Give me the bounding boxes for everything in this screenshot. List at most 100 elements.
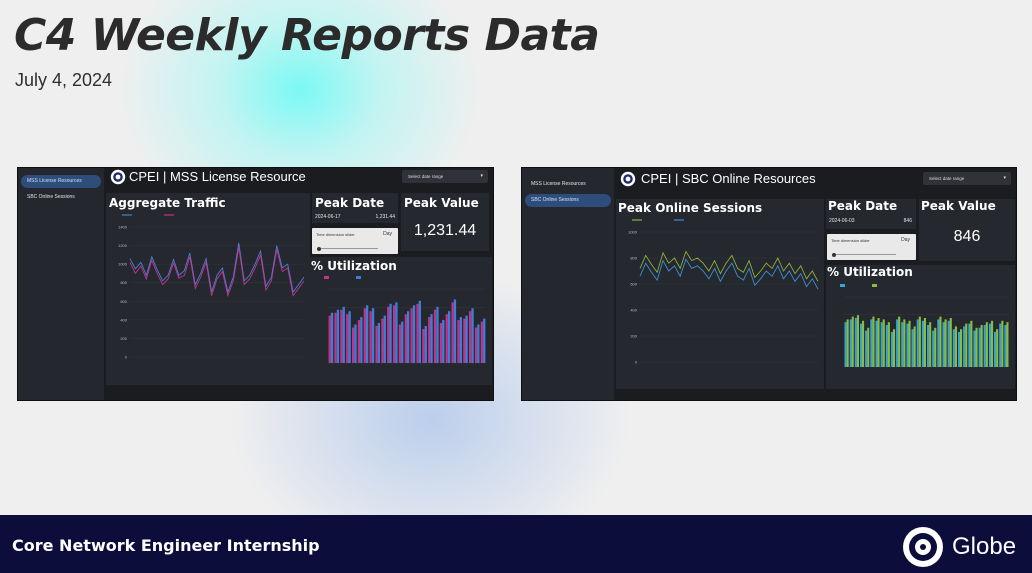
bar (937, 319, 940, 367)
chevron-down-icon: ▾ (480, 173, 483, 179)
bar (901, 322, 904, 367)
bar (952, 329, 955, 367)
bar (474, 327, 478, 363)
y-tick-label: 600 (630, 282, 637, 287)
peak-date-title: Peak Date (315, 196, 385, 210)
utilization-title: % Utilization (311, 259, 397, 273)
bar (856, 315, 859, 367)
bar (973, 330, 976, 367)
bar (436, 306, 439, 363)
date-range-select[interactable]: Select date range ▾ (402, 170, 488, 183)
chart-title: Aggregate Traffic (109, 196, 226, 210)
bar (927, 325, 930, 367)
bar (404, 314, 407, 363)
bar (398, 324, 402, 363)
y-tick-label: 1400 (118, 225, 128, 230)
y-tick-label: 200 (630, 334, 637, 339)
bar (428, 317, 431, 363)
utilization-chart (324, 276, 486, 364)
slider-label: Time dimension slider (831, 238, 870, 243)
date-range-select[interactable]: Select date range ▾ (923, 172, 1011, 185)
bar (916, 319, 919, 367)
bar (422, 329, 425, 363)
y-tick-label: 600 (120, 299, 127, 304)
bar (328, 315, 331, 363)
sidebar-item-sbc[interactable]: SBC Online Sessions (21, 191, 101, 204)
aggregate-traffic-panel: Aggregate Traffic 0 200 400 600 800 1000 1200 1… (106, 193, 310, 385)
sidebar-item-mss[interactable]: MSS License Resources (21, 175, 101, 188)
bar (363, 308, 366, 363)
bar (934, 327, 937, 367)
slider-handle[interactable] (832, 253, 836, 257)
peak-date-value: 1,231.44 (375, 214, 395, 220)
bar (369, 311, 372, 363)
bar (963, 326, 966, 367)
peak-value: 846 (953, 228, 981, 245)
sidebar-item-sbc[interactable]: SBC Online Sessions (525, 194, 611, 207)
bar (430, 314, 433, 363)
bar (994, 332, 997, 367)
bar (439, 323, 443, 363)
bar (882, 319, 885, 367)
aggregate-traffic-chart: 0 200 400 600 800 1000 1200 1400 (118, 214, 305, 360)
dashboard-screenshot-mss: MSS License Resources SBC Online Session… (17, 167, 494, 401)
bar (862, 320, 865, 367)
footer-text: Core Network Engineer Internship (12, 536, 320, 555)
bar (383, 315, 386, 363)
dashboard-title: CPEI | SBC Online Resources (641, 171, 816, 186)
bar (410, 308, 413, 363)
bar (471, 308, 474, 363)
bar (980, 325, 983, 367)
bar (960, 329, 963, 367)
y-tick-label: 400 (120, 317, 127, 322)
y-tick-label: 0 (635, 360, 638, 365)
bar (942, 322, 945, 367)
bar (949, 318, 952, 367)
bar (975, 327, 978, 367)
bar (877, 318, 880, 367)
bar (477, 324, 480, 363)
bar (448, 311, 451, 363)
bar (885, 325, 888, 367)
bar (389, 303, 392, 363)
slider-value: Day (901, 237, 910, 243)
bar (453, 299, 457, 363)
bar (880, 322, 883, 367)
bar (1004, 325, 1007, 367)
bar (865, 330, 868, 367)
utilization-panel: % Utilization (310, 257, 492, 385)
bar (978, 327, 981, 367)
bar (870, 319, 873, 367)
bar (352, 327, 355, 363)
bar (412, 305, 416, 363)
utilization-panel: % Utilization (826, 265, 1015, 389)
bar (896, 319, 899, 367)
peak-date: 2024-06-17 (315, 214, 341, 220)
bar (872, 316, 875, 367)
slider-handle[interactable] (317, 247, 321, 251)
bar (348, 311, 351, 363)
bar (875, 320, 878, 367)
bar (851, 316, 854, 367)
bar (911, 329, 914, 367)
peak-value-panel: Peak Value 846 (919, 199, 1015, 261)
bar (867, 327, 870, 367)
globe-logo-icon (903, 527, 943, 567)
bar (424, 326, 427, 363)
bar (357, 320, 361, 363)
bar (854, 318, 857, 367)
sidebar-item-mss[interactable]: MSS License Resources (525, 178, 611, 191)
y-tick-label: 800 (120, 280, 127, 285)
bar (849, 319, 852, 367)
bar (923, 318, 926, 367)
time-dimension-slider[interactable]: Time dimension slider Day (312, 228, 398, 254)
chart-title: Peak Online Sessions (618, 201, 763, 215)
bar (381, 318, 384, 363)
slider-track (833, 254, 896, 255)
bar (921, 320, 924, 367)
bar (968, 323, 971, 367)
y-tick-label: 400 (630, 308, 637, 313)
bar (346, 314, 349, 363)
time-dimension-slider[interactable]: Time dimension slider Day (827, 234, 916, 260)
bar (844, 322, 847, 367)
